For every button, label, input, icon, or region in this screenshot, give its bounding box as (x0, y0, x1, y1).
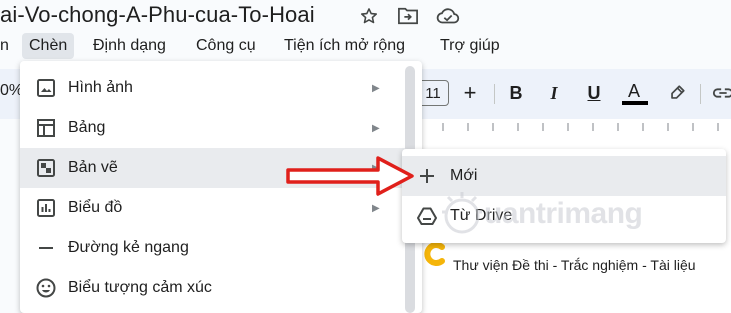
annotation-arrow-icon (286, 156, 414, 196)
italic-button[interactable]: I (543, 80, 565, 106)
cloud-status-icon[interactable] (436, 4, 460, 28)
insert-menu-item-horizontal-line[interactable]: Đường kẻ ngang (20, 228, 408, 268)
menu-partial[interactable]: n (0, 33, 16, 59)
insert-menu-item-label: Đường kẻ ngang (68, 239, 189, 256)
insert-menu-item-label: Bản vẽ (68, 159, 118, 176)
document-text-line: Thư viện Đề thi - Trắc nghiệm - Tài liệu (453, 257, 696, 273)
highlight-icon[interactable] (666, 80, 688, 106)
submenu-arrow-icon: ▶ (372, 122, 380, 134)
drive-icon (416, 205, 438, 227)
insert-menu-item-label: Hình ảnh (68, 79, 133, 96)
insert-menu-item-emoji[interactable]: Biểu tượng cảm xúc (20, 268, 408, 308)
insert-menu-item-label: Biểu tượng cảm xúc (68, 279, 212, 296)
submenu-arrow-icon: ▶ (372, 202, 380, 214)
move-to-folder-icon[interactable] (396, 4, 420, 28)
insert-menu-item-label: Biểu đồ (68, 199, 123, 216)
drawing-submenu-item-label: Mới (450, 167, 478, 184)
menu-extensions[interactable]: Tiện ích mở rộng (277, 33, 412, 59)
insert-menu-item-label: Bảng (68, 119, 106, 136)
drawing-submenu-item-label: Từ Drive (450, 207, 513, 224)
submenu-arrow-icon: ▶ (372, 82, 380, 94)
text-color-swatch (622, 101, 648, 105)
drawing-icon (36, 158, 56, 178)
image-icon (36, 78, 56, 98)
insert-link-icon[interactable] (712, 80, 731, 106)
library-logo-icon (423, 241, 447, 267)
drawing-submenu-item-new[interactable]: Mới (402, 156, 726, 196)
toolbar-divider (700, 84, 701, 104)
ruler[interactable] (415, 119, 731, 142)
horizontal-line-icon (36, 238, 56, 258)
underline-button[interactable]: U (583, 80, 605, 106)
plus-icon (416, 165, 438, 187)
menu-insert[interactable]: Chèn (22, 33, 75, 59)
insert-menu-item-image[interactable]: Hình ảnh ▶ (20, 68, 408, 108)
increase-font-size-button[interactable]: + (458, 80, 482, 106)
text-color-label: A (627, 80, 640, 101)
insert-menu-item-table[interactable]: Bảng ▶ (20, 108, 408, 148)
drawing-submenu-item-from-drive[interactable]: Từ Drive (402, 196, 726, 236)
table-icon (36, 118, 56, 138)
menu-help[interactable]: Trợ giúp (433, 33, 507, 59)
emoji-icon (36, 278, 56, 298)
menu-format[interactable]: Định dạng (86, 33, 173, 59)
star-icon[interactable] (357, 4, 381, 28)
toolbar-divider (494, 84, 495, 104)
document-title[interactable]: ai-Vo-chong-A-Phu-cua-To-Hoai (0, 2, 315, 28)
menu-tools[interactable]: Công cụ (189, 33, 263, 59)
drawing-submenu: Mới Từ Drive (402, 149, 726, 243)
chart-icon (36, 198, 56, 218)
bold-button[interactable]: B (505, 80, 527, 106)
